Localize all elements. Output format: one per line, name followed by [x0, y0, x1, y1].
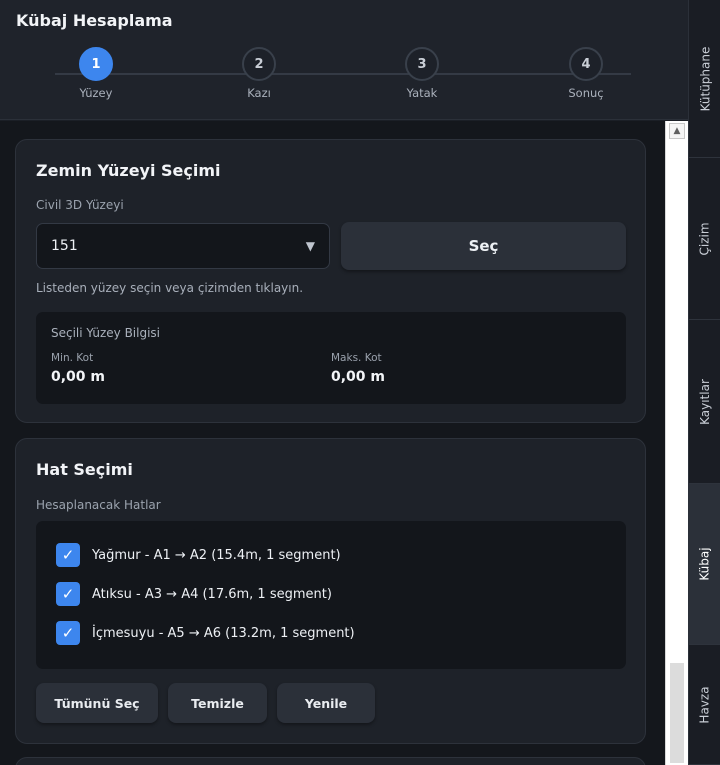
- side-tab-label: Kübaj: [698, 547, 712, 581]
- checkbox-checked[interactable]: ✓: [56, 582, 80, 606]
- line-item-label: Yağmur - A1 → A2 (15.4m, 1 segment): [92, 547, 341, 563]
- stepper-track: [55, 73, 631, 75]
- line-item[interactable]: ✓ Yağmur - A1 → A2 (15.4m, 1 segment): [56, 543, 341, 567]
- step-label: Kazı: [247, 86, 271, 100]
- step-excavation[interactable]: 2 Kazı: [219, 47, 299, 100]
- surface-info-title: Seçili Yüzey Bilgisi: [51, 326, 161, 340]
- step-surface[interactable]: 1 Yüzey: [56, 47, 136, 100]
- lines-card: Hat Seçimi Hesaplanacak Hatlar ✓ Yağmur …: [15, 438, 646, 744]
- step-bedding[interactable]: 3 Yatak: [382, 47, 462, 100]
- app-window: Kübaj Hesaplama 1 Yüzey 2 Kazı 3 Yatak 4…: [0, 0, 720, 765]
- scrollbar-thumb[interactable]: [670, 663, 684, 763]
- lines-card-title: Hat Seçimi: [36, 460, 133, 479]
- surface-select[interactable]: 151 ▼: [36, 223, 330, 269]
- line-item[interactable]: ✓ Atıksu - A3 → A4 (17.6m, 1 segment): [56, 582, 332, 606]
- clear-button[interactable]: Temizle: [168, 683, 267, 723]
- select-all-button[interactable]: Tümünü Seç: [36, 683, 158, 723]
- surface-card: Zemin Yüzeyi Seçimi Civil 3D Yüzeyi 151 …: [15, 139, 646, 423]
- triangle-down-icon: ▼: [305, 239, 315, 253]
- surface-info-panel: Seçili Yüzey Bilgisi Min. Kot 0,00 m Mak…: [36, 312, 626, 404]
- surface-select-value: 151: [51, 238, 78, 254]
- surface-hint: Listeden yüzey seçin veya çizimden tıkla…: [36, 281, 304, 295]
- side-tab-label: Kütüphane: [698, 46, 713, 111]
- side-tab-label: Havza: [698, 685, 713, 724]
- surface-card-title: Zemin Yüzeyi Seçimi: [36, 161, 221, 180]
- next-card: [15, 757, 646, 765]
- header: Kübaj Hesaplama 1 Yüzey 2 Kazı 3 Yatak 4…: [0, 0, 688, 120]
- step-label: Yatak: [406, 86, 438, 100]
- line-item-label: Atıksu - A3 → A4 (17.6m, 1 segment): [92, 586, 332, 602]
- max-elevation-value: 0,00 m: [331, 369, 386, 385]
- step-number: 3: [405, 47, 439, 81]
- lines-list: ✓ Yağmur - A1 → A2 (15.4m, 1 segment) ✓ …: [36, 521, 626, 669]
- check-icon: ✓: [61, 546, 75, 564]
- step-number: 4: [569, 47, 603, 81]
- side-tab-records[interactable]: Kayıtlar: [689, 320, 720, 484]
- side-tab-basin[interactable]: Havza: [689, 645, 720, 765]
- max-elevation-label: Maks. Kot: [331, 352, 382, 364]
- app-title: Kübaj Hesaplama: [16, 11, 173, 30]
- checkbox-checked[interactable]: ✓: [56, 621, 80, 645]
- line-item-label: İçmesuyu - A5 → A6 (13.2m, 1 segment): [92, 625, 355, 641]
- vertical-scrollbar[interactable]: ▲: [665, 121, 688, 765]
- step-label: Yüzey: [79, 86, 113, 100]
- check-icon: ✓: [61, 624, 75, 642]
- side-tab-label: Çizim: [698, 221, 713, 256]
- step-result[interactable]: 4 Sonuç: [546, 47, 626, 100]
- select-surface-button[interactable]: Seç: [341, 222, 626, 270]
- surface-field-label: Civil 3D Yüzeyi: [36, 198, 124, 212]
- side-tab-label: Kayıtlar: [698, 378, 712, 425]
- step-number: 2: [242, 47, 276, 81]
- check-icon: ✓: [61, 585, 75, 603]
- side-tab-drawing[interactable]: Çizim: [689, 158, 720, 320]
- min-elevation-value: 0,00 m: [51, 369, 106, 385]
- content-area: Zemin Yüzeyi Seçimi Civil 3D Yüzeyi 151 …: [0, 121, 665, 765]
- chevron-up-icon[interactable]: ▲: [669, 123, 685, 139]
- side-tab-strip: Kütüphane Çizim Kayıtlar Kübaj Havza: [688, 0, 720, 765]
- step-label: Sonuç: [568, 86, 604, 100]
- side-tab-library[interactable]: Kütüphane: [689, 0, 720, 158]
- checkbox-checked[interactable]: ✓: [56, 543, 80, 567]
- lines-field-label: Hesaplanacak Hatlar: [36, 498, 161, 512]
- min-elevation-label: Min. Kot: [51, 352, 94, 364]
- step-number: 1: [79, 47, 113, 81]
- refresh-button[interactable]: Yenile: [277, 683, 375, 723]
- side-tab-kubaj[interactable]: Kübaj: [689, 484, 720, 645]
- line-item[interactable]: ✓ İçmesuyu - A5 → A6 (13.2m, 1 segment): [56, 621, 355, 645]
